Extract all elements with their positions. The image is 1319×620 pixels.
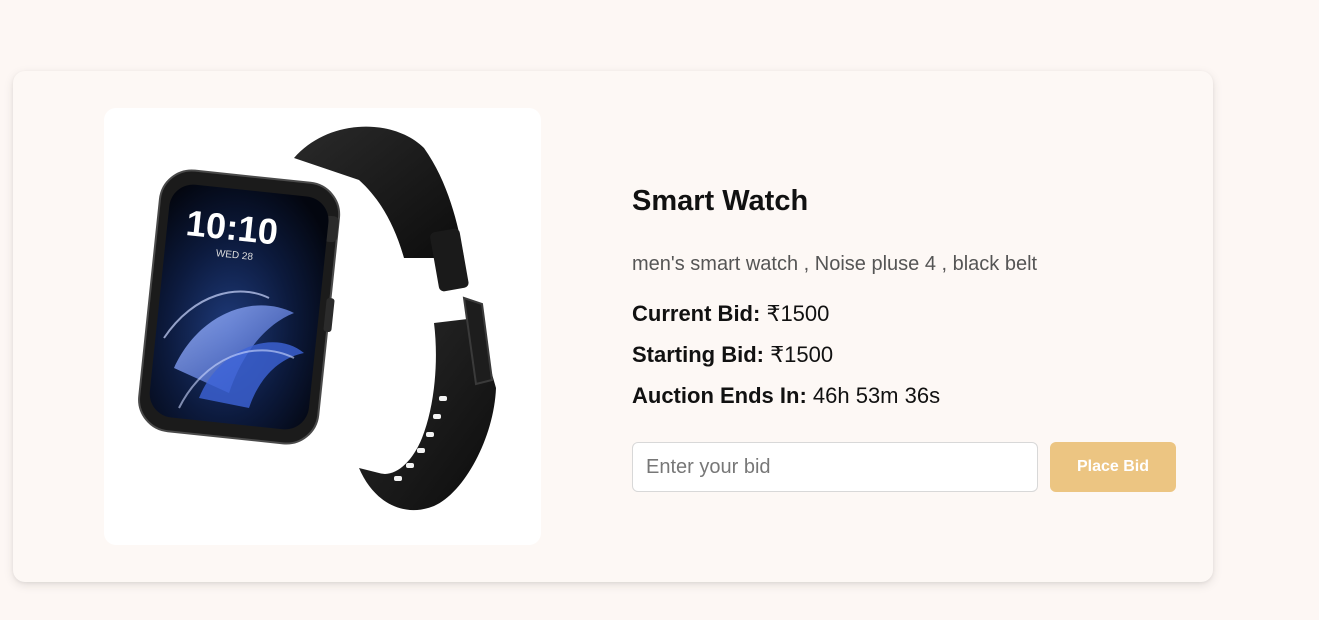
auction-countdown: 46h 53m 36s <box>812 383 941 408</box>
product-title: Smart Watch <box>632 185 809 217</box>
product-description: men's smart watch , Noise pluse 4 , blac… <box>632 253 1038 275</box>
place-bid-button[interactable]: Place Bid <box>1050 442 1176 492</box>
starting-bid-value: ₹1500 <box>770 342 834 367</box>
product-image: 10:10 WED 28 <box>104 108 541 545</box>
current-bid-label: Current Bid: <box>632 301 761 326</box>
starting-bid-label: Starting Bid: <box>632 342 764 367</box>
product-card: 10:10 WED 28 Smart Watch men's smart wat… <box>13 71 1213 582</box>
bid-amount-input[interactable] <box>632 442 1038 492</box>
starting-bid-line: Starting Bid: ₹1500 <box>632 342 833 368</box>
auction-ends-line: Auction Ends In: 46h 53m 36s <box>632 383 940 409</box>
auction-ends-label: Auction Ends In: <box>632 383 807 408</box>
current-bid-value: ₹1500 <box>766 301 830 326</box>
smart-watch-image: 10:10 WED 28 <box>138 126 496 511</box>
current-bid-line: Current Bid: ₹1500 <box>632 301 829 327</box>
